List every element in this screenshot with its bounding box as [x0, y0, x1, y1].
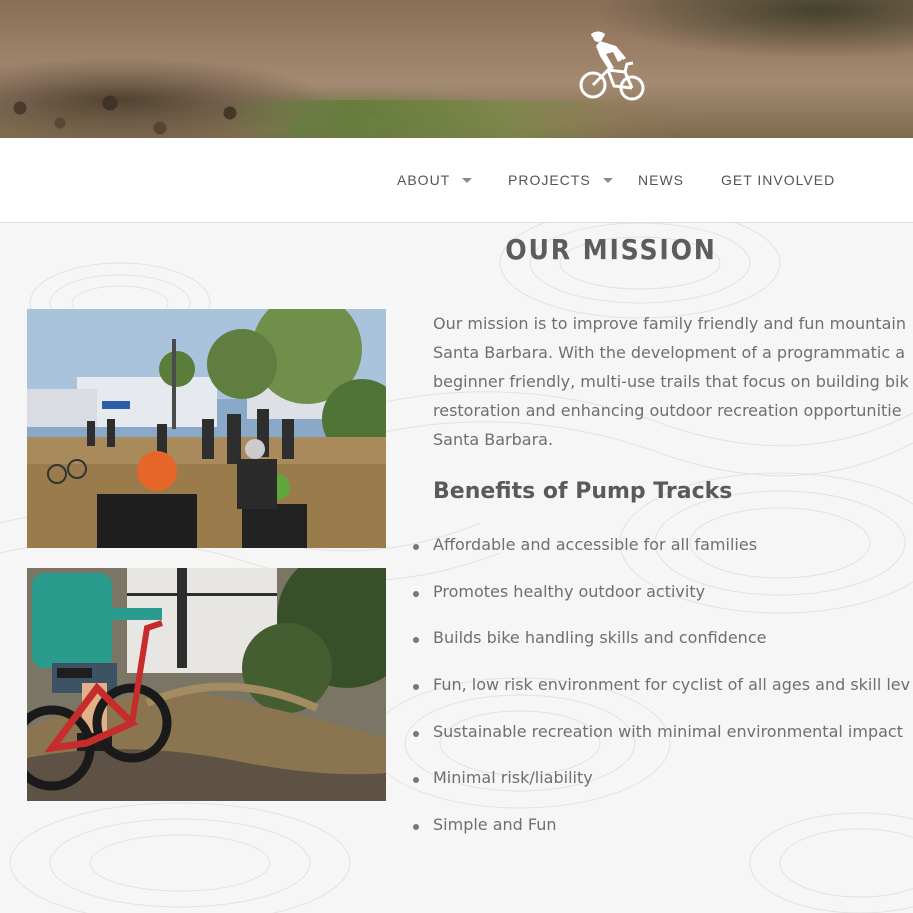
nav-item-label: GET INVOLVED: [721, 172, 836, 188]
benefit-text: Minimal risk/liability: [433, 768, 593, 788]
bullet-icon: [413, 684, 419, 691]
list-item: Minimal risk/liability: [413, 768, 910, 815]
benefits-heading: Benefits of Pump Tracks: [433, 479, 733, 504]
mission-paragraph-line: restoration and enhancing outdoor recrea…: [433, 401, 902, 420]
main-navigation: ABOUT PROJECTS NEWS GET INVOLVED: [0, 138, 913, 223]
list-item: Builds bike handling skills and confiden…: [413, 628, 910, 675]
nav-item-label: NEWS: [638, 172, 684, 188]
benefit-text: Simple and Fun: [433, 815, 557, 835]
mission-paragraph: Our mission is to improve family friendl…: [433, 309, 913, 454]
bullet-icon: [413, 730, 419, 737]
bullet-icon: [413, 637, 419, 644]
benefit-text: Promotes healthy outdoor activity: [433, 581, 706, 601]
mission-title: OUR MISSION: [505, 233, 717, 266]
hero-banner: [0, 0, 913, 138]
mission-section: OUR MISSION Our mission is to improve fa…: [0, 223, 913, 913]
list-item: Affordable and accessible for all famili…: [413, 535, 910, 582]
bullet-icon: [413, 824, 419, 831]
mission-paragraph-line: Our mission is to improve family friendl…: [433, 314, 906, 333]
mission-paragraph-line: Santa Barbara. With the development of a…: [433, 343, 906, 362]
chevron-down-icon: [462, 177, 473, 183]
nav-item-projects[interactable]: PROJECTS: [508, 172, 613, 188]
chevron-down-icon: [602, 177, 613, 183]
group-photo-image: [27, 309, 386, 548]
benefit-text: Builds bike handling skills and confiden…: [433, 628, 767, 648]
nav-item-news[interactable]: NEWS: [638, 172, 684, 188]
benefit-text: Sustainable recreation with minimal envi…: [433, 721, 903, 741]
list-item: Sustainable recreation with minimal envi…: [413, 722, 910, 769]
nav-item-get-involved[interactable]: GET INVOLVED: [721, 172, 835, 188]
bullet-icon: [413, 590, 419, 597]
list-item: Fun, low risk environment for cyclist of…: [413, 675, 910, 722]
list-item: Simple and Fun: [413, 815, 910, 862]
mission-paragraph-line: Santa Barbara.: [433, 430, 554, 449]
bullet-icon: [413, 544, 419, 550]
list-item: Promotes healthy outdoor activity: [413, 582, 910, 629]
benefits-list: Affordable and accessible for all famili…: [413, 535, 910, 862]
mountain-biker-icon[interactable]: [578, 30, 648, 102]
bullet-icon: [413, 777, 419, 784]
kid-bike-photo-image: [27, 568, 386, 801]
nav-item-about[interactable]: ABOUT: [397, 172, 473, 188]
nav-item-label: PROJECTS: [508, 172, 591, 188]
hero-grass: [230, 100, 630, 138]
benefit-text: Fun, low risk environment for cyclist of…: [433, 675, 911, 695]
nav-item-label: ABOUT: [397, 172, 451, 188]
benefit-text: Affordable and accessible for all famili…: [433, 535, 758, 554]
mission-paragraph-line: beginner friendly, multi-use trails that…: [433, 372, 909, 391]
